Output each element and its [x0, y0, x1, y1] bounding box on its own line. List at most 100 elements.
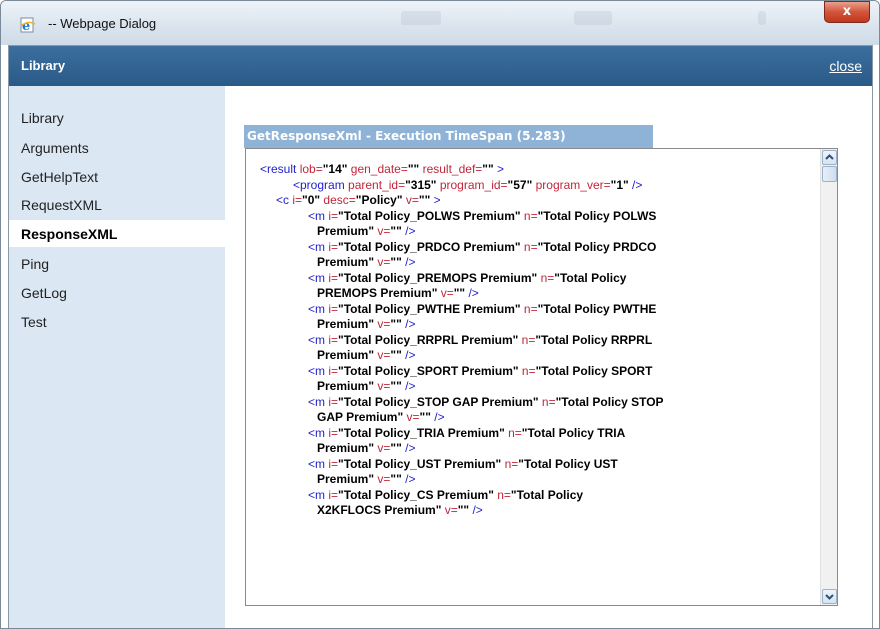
xml-tag: />: [628, 177, 643, 192]
xml-value: "": [390, 224, 402, 238]
sidebar-item-library[interactable]: Library: [21, 110, 64, 126]
sidebar-item-responsexml[interactable]: ResponseXML: [21, 226, 117, 242]
xml-attr: n=: [518, 332, 536, 347]
window-close-button[interactable]: x: [824, 1, 870, 23]
xml-m-line-cont: PREMOPS Premium" v="" />: [260, 286, 820, 302]
xml-attr: i=: [289, 193, 303, 207]
scroll-thumb[interactable]: [822, 166, 837, 182]
sidebar-item-test[interactable]: Test: [21, 314, 47, 330]
xml-value: "": [390, 255, 402, 269]
background-ghost-text: [574, 11, 612, 25]
chevron-up-icon: [825, 154, 834, 160]
xml-attr: n=: [538, 394, 556, 409]
xml-tag: <m: [308, 301, 326, 316]
sidebar-item-arguments[interactable]: Arguments: [21, 140, 89, 156]
xml-value: "Total Policy UST: [518, 456, 618, 471]
xml-value: "": [453, 286, 466, 300]
xml-m-line: <m i="Total Policy_CS Premium" n="Total …: [260, 488, 820, 504]
xml-value: "Total Policy_UST Premium": [338, 456, 502, 471]
xml-value: "Total Policy_SPORT Premium": [338, 363, 519, 378]
panel-title: GetResponseXml - Execution TimeSpan (5.2…: [244, 125, 653, 148]
response-xml-viewer[interactable]: <result lob="14" gen_date="" result_def=…: [245, 148, 838, 606]
xml-value: Premium": [317, 317, 375, 331]
background-ghost-text: [758, 11, 766, 25]
xml-attr: desc=: [320, 193, 356, 207]
xml-attr: v=: [402, 193, 419, 207]
xml-tag: <m: [308, 363, 326, 378]
xml-value: "Total Policy RRPRL: [535, 332, 653, 347]
sidebar-item-gethelptext[interactable]: GetHelpText: [21, 169, 98, 185]
xml-attr: v=: [374, 348, 391, 362]
close-icon: x: [842, 4, 852, 19]
xml-tag: <program: [293, 177, 345, 192]
xml-tag: >: [430, 193, 441, 207]
sidebar-item-requestxml[interactable]: RequestXML: [21, 197, 102, 213]
xml-attr: v=: [374, 472, 391, 486]
xml-content: <result lob="14" gen_date="" result_def=…: [260, 162, 820, 519]
xml-value: "Total Policy_POLWS Premium": [338, 208, 521, 223]
xml-attr: i=: [325, 208, 339, 223]
xml-tag: <m: [308, 425, 326, 440]
xml-attr: n=: [518, 363, 536, 378]
svg-text:e: e: [22, 19, 30, 33]
xml-value: Premium": [317, 348, 375, 362]
xml-m-line: <m i="Total Policy_PWTHE Premium" n="Tot…: [260, 302, 820, 318]
xml-tag: >: [493, 162, 505, 176]
xml-tag: <m: [308, 456, 326, 471]
xml-value: "Policy": [355, 193, 403, 207]
xml-value: Premium": [317, 224, 375, 238]
xml-m-line: <m i="Total Policy_PREMOPS Premium" n="T…: [260, 271, 820, 287]
xml-value: "": [419, 410, 431, 424]
xml-m-line-cont: Premium" v="" />: [260, 472, 820, 488]
xml-value: "Total Policy STOP: [555, 394, 664, 409]
xml-attr: i=: [325, 301, 339, 316]
header-close-link[interactable]: close: [829, 58, 862, 74]
xml-value: "Total Policy_STOP GAP Premium": [338, 394, 539, 409]
xml-value: X2KFLOCS Premium": [317, 503, 442, 517]
window-titlebar[interactable]: e -- Webpage Dialog x: [1, 1, 879, 45]
sidebar: Library Arguments GetHelpText RequestXML…: [9, 86, 225, 628]
xml-tag: />: [401, 348, 416, 362]
xml-value: "Total Policy PRDCO: [537, 239, 657, 254]
xml-value: "Total Policy_CS Premium": [338, 487, 494, 502]
xml-m-line-cont: Premium" v="" />: [260, 224, 820, 240]
xml-value: "Total Policy PWTHE: [537, 301, 657, 316]
vertical-scrollbar[interactable]: [820, 149, 837, 605]
xml-attr: n=: [504, 425, 522, 440]
xml-tag: <m: [308, 487, 326, 502]
xml-attr: v=: [374, 379, 391, 393]
xml-attr: i=: [325, 487, 339, 502]
xml-m-line-cont: X2KFLOCS Premium" v="" />: [260, 503, 820, 519]
xml-attr: result_def=: [419, 162, 483, 176]
xml-value: "": [390, 348, 402, 362]
scroll-up-button[interactable]: [822, 150, 837, 165]
xml-value: Premium": [317, 255, 375, 269]
xml-program-line: <program parent_id="315" program_id="57"…: [260, 178, 820, 194]
xml-value: "": [407, 162, 420, 176]
window-title: -- Webpage Dialog: [48, 16, 157, 31]
xml-tag: />: [401, 224, 416, 238]
dialog-content: Library close Library Arguments GetHelpT…: [8, 45, 873, 628]
xml-value: "Total Policy_PWTHE Premium": [338, 301, 521, 316]
xml-value: "Total Policy_RRPRL Premium": [338, 332, 519, 347]
xml-attr: program_id=: [436, 177, 508, 192]
xml-value: "315": [405, 177, 437, 192]
xml-tag: <m: [308, 270, 326, 285]
xml-attr: v=: [437, 286, 454, 300]
xml-tag: />: [430, 410, 445, 424]
xml-value: "": [390, 441, 402, 455]
xml-m-line: <m i="Total Policy_STOP GAP Premium" n="…: [260, 395, 820, 411]
xml-attr: v=: [441, 503, 458, 517]
xml-attr: i=: [325, 239, 339, 254]
xml-tag: <m: [308, 394, 326, 409]
xml-value: Premium": [317, 441, 375, 455]
xml-attr: n=: [520, 301, 538, 316]
sidebar-item-ping[interactable]: Ping: [21, 256, 49, 272]
xml-value: "1": [610, 177, 629, 192]
xml-attr: n=: [537, 270, 555, 285]
library-header: Library close: [9, 46, 872, 86]
scroll-down-button[interactable]: [822, 589, 837, 604]
xml-value: "Total Policy_PREMOPS Premium": [338, 270, 538, 285]
xml-attr: i=: [325, 270, 339, 285]
sidebar-item-getlog[interactable]: GetLog: [21, 285, 67, 301]
